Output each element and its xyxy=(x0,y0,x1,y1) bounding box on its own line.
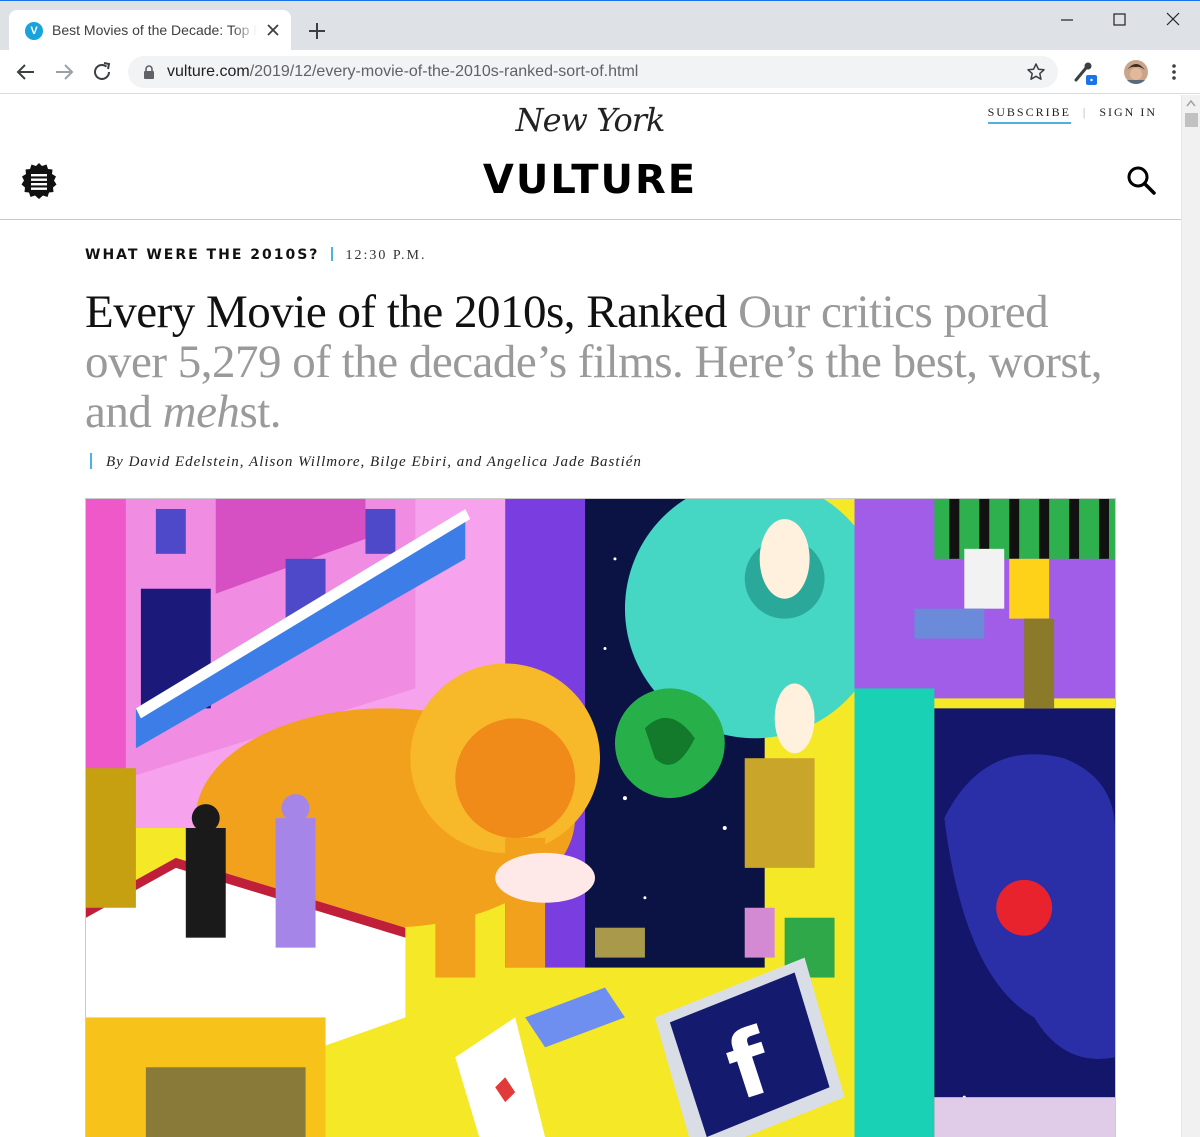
hamburger-menu-icon[interactable] xyxy=(20,162,58,200)
byline-divider xyxy=(90,453,92,469)
bookmark-star-icon[interactable] xyxy=(1026,62,1046,82)
favicon-icon: V xyxy=(25,22,43,40)
minimize-icon[interactable] xyxy=(1052,7,1082,33)
sign-in-link[interactable]: SIGN IN xyxy=(1099,105,1157,119)
extension-icon[interactable] xyxy=(1072,60,1098,86)
vulture-logo[interactable]: VULTURE xyxy=(440,157,740,203)
maximize-icon[interactable] xyxy=(1104,7,1134,33)
scroll-thumb[interactable] xyxy=(1185,113,1198,127)
forward-icon[interactable] xyxy=(52,60,76,84)
rubric-divider xyxy=(331,247,334,261)
new-york-logo[interactable]: New York xyxy=(440,101,740,139)
close-window-icon[interactable] xyxy=(1158,7,1188,33)
tab-title: Best Movies of the Decade: Top Movies of… xyxy=(52,22,257,38)
tab-close-icon[interactable] xyxy=(263,20,283,40)
article-byline: By David Edelstein, Alison Willmore, Bil… xyxy=(90,453,642,471)
scroll-up-icon[interactable] xyxy=(1186,99,1196,107)
link-separator: | xyxy=(1082,105,1088,119)
browser-toolbar: vulture.com/2019/12/every-movie-of-the-2… xyxy=(0,50,1200,94)
reload-icon[interactable] xyxy=(90,60,114,84)
tab-strip: V Best Movies of the Decade: Top Movies … xyxy=(0,0,1200,51)
byline-text: By David Edelstein, Alison Willmore, Bil… xyxy=(106,454,642,470)
browser-tab[interactable]: V Best Movies of the Decade: Top Movies … xyxy=(9,10,291,51)
article-headline: Every Movie of the 2010s, Ranked Our cri… xyxy=(85,287,1125,437)
url-path: /2019/12/every-movie-of-the-2010s-ranked… xyxy=(249,63,639,80)
menu-dots-icon[interactable] xyxy=(1164,60,1184,84)
hero-illustration: f xyxy=(85,498,1116,1137)
account-links: SUBSCRIBE | SIGN IN xyxy=(987,105,1157,124)
dek-emphasis: meh xyxy=(162,386,240,438)
web-page: New York SUBSCRIBE | SIGN IN VULTURE WHAT … xyxy=(0,95,1181,1137)
search-icon[interactable] xyxy=(1125,164,1157,196)
url-text[interactable]: vulture.com/2019/12/every-movie-of-the-2… xyxy=(167,63,638,81)
rubric-label[interactable]: WHAT WERE THE 2010S? xyxy=(85,247,319,263)
lock-icon[interactable] xyxy=(142,65,156,79)
page-scrollbar[interactable] xyxy=(1181,95,1200,1137)
publish-time: 12:30 P.M. xyxy=(345,248,427,263)
headline-text: Every Movie of the 2010s, Ranked xyxy=(85,286,727,338)
subscribe-link[interactable]: SUBSCRIBE xyxy=(987,105,1071,124)
address-bar[interactable]: vulture.com/2019/12/every-movie-of-the-2… xyxy=(128,56,1058,88)
back-icon[interactable] xyxy=(14,60,38,84)
new-tab-icon[interactable] xyxy=(305,19,329,43)
article-rubric: WHAT WERE THE 2010S? 12:30 P.M. xyxy=(85,246,427,264)
profile-avatar[interactable] xyxy=(1124,60,1148,84)
url-domain: vulture.com xyxy=(167,63,250,80)
site-header: New York SUBSCRIBE | SIGN IN VULTURE xyxy=(0,95,1181,220)
dek-text-end: st. xyxy=(239,386,282,438)
